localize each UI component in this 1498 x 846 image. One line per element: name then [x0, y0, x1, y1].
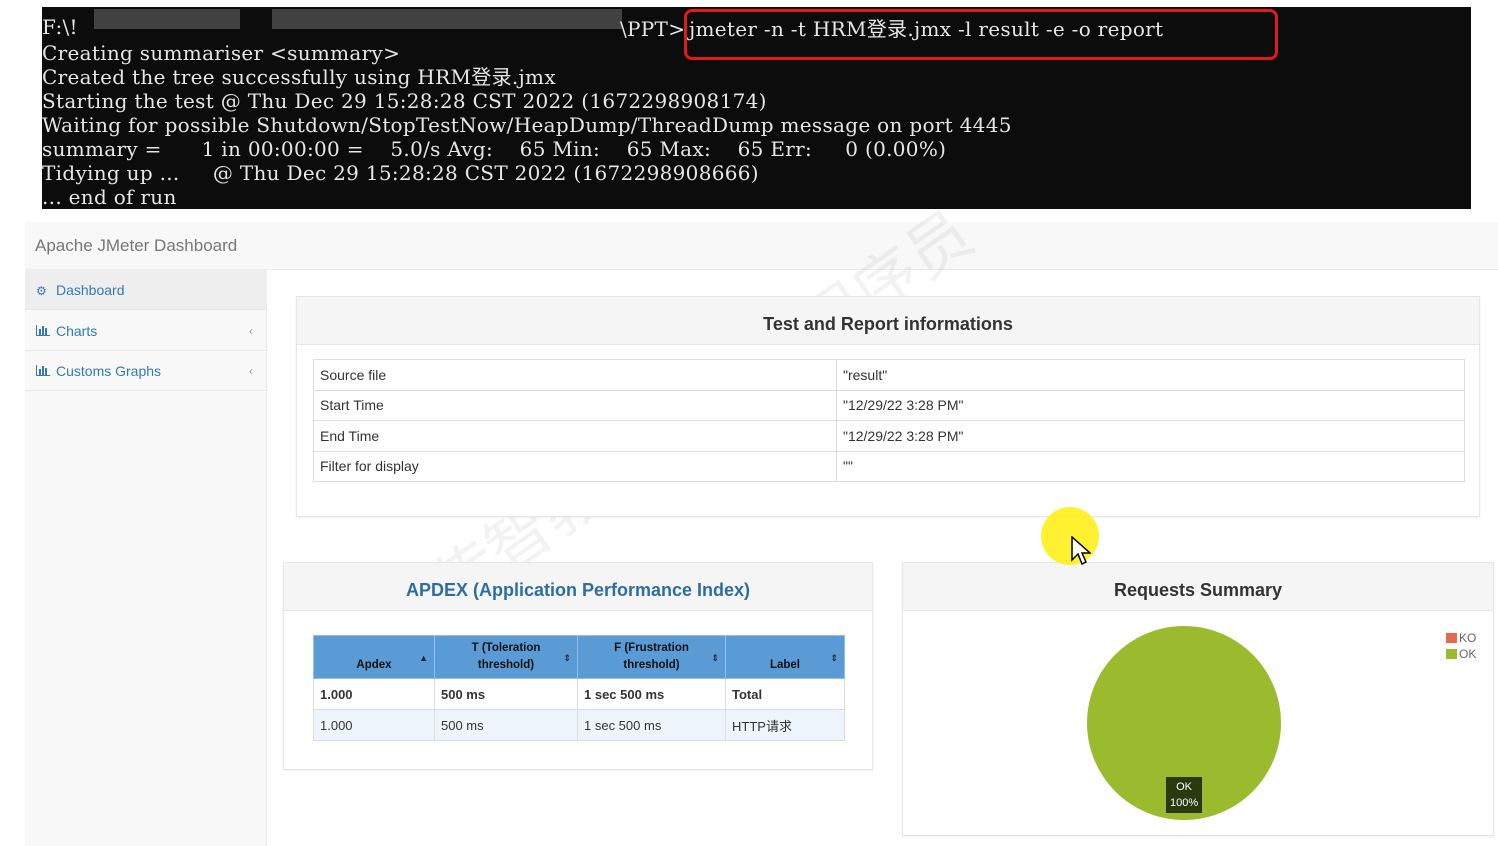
info-panel-title: Test and Report informations [297, 297, 1479, 345]
info-value: "" [836, 450, 1465, 482]
sort-icon[interactable]: ⇕ [711, 650, 719, 667]
table-row: Source file "result" [313, 359, 1465, 391]
requests-summary-panel: Requests Summary KO OK OK 100% [902, 562, 1494, 836]
column-header-frustration[interactable]: F (Frustration threshold) ⇕ [577, 635, 726, 679]
terminal-line: Tidying up ... @ Thu Dec 29 15:28:28 CST… [42, 161, 759, 185]
info-key: Filter for display [313, 450, 837, 482]
terminal-line: Creating summariser <summary> [42, 41, 401, 65]
legend-swatch [1446, 649, 1457, 659]
slice-label-value: 100% [1170, 797, 1199, 809]
command-highlight-box [684, 9, 1278, 60]
info-key: Source file [313, 359, 837, 391]
column-header-apdex[interactable]: Apdex ▲ [313, 635, 435, 679]
apdex-value: 1.000 [313, 678, 435, 710]
table-row: Filter for display "" [313, 450, 1465, 482]
info-panel: Test and Report informations Source file… [296, 296, 1480, 517]
toleration-value: 500 ms [434, 709, 578, 741]
sort-icon[interactable]: ⇕ [563, 650, 571, 667]
requests-summary-title: Requests Summary [903, 563, 1493, 611]
terminal-line: ... end of run [42, 185, 177, 209]
chevron-left-icon: ‹ [249, 364, 253, 378]
table-row: 1.000 500 ms 1 sec 500 ms Total [313, 678, 845, 710]
info-value: "result" [836, 359, 1465, 391]
apdex-table: Apdex ▲ T (Toleration threshold) ⇕ F (Fru… [313, 635, 845, 741]
column-header-label[interactable]: Label ⇕ [725, 635, 845, 679]
sort-icon[interactable]: ⇕ [830, 650, 838, 667]
info-table: Source file "result" Start Time "12/29/2… [313, 359, 1465, 482]
info-value: "12/29/22 3:28 PM" [836, 389, 1465, 421]
terminal-line: summary = 1 in 00:00:00 = 5.0/s Avg: 65 … [42, 137, 947, 161]
dashboard-navbar: Apache JMeter Dashboard [25, 222, 1498, 270]
apdex-panel: APDEX (Application Performance Index) Ap… [283, 562, 873, 770]
terminal-line-prompt: F:\! [42, 15, 78, 39]
terminal-line: Starting the test @ Thu Dec 29 15:28:28 … [42, 89, 767, 113]
sidebar-item-customs-graphs[interactable]: Customs Graphs ‹ [25, 351, 267, 391]
sidebar-item-label: Customs Graphs [56, 363, 162, 379]
sidebar: ⚙ Dashboard Charts ‹ Customs Graphs ‹ [25, 270, 267, 846]
sidebar-item-label: Charts [56, 323, 98, 339]
terminal-path-tail: \PPT> [620, 17, 686, 41]
sidebar-item-charts[interactable]: Charts ‹ [25, 311, 267, 351]
info-key: End Time [313, 420, 837, 452]
terminal-line: Created the tree successfully using HRM登… [42, 65, 556, 89]
mouse-cursor-icon [1071, 536, 1091, 566]
apdex-panel-title: APDEX (Application Performance Index) [284, 563, 872, 611]
redacted-path [272, 9, 622, 29]
toleration-value: 500 ms [434, 678, 578, 710]
slice-label-name: OK [1176, 781, 1193, 793]
column-header-toleration[interactable]: T (Toleration threshold) ⇕ [434, 635, 578, 679]
info-value: "12/29/22 3:28 PM" [836, 420, 1465, 452]
sidebar-item-label: Dashboard [56, 282, 125, 298]
table-row: End Time "12/29/22 3:28 PM" [313, 420, 1465, 452]
frustration-value: 1 sec 500 ms [577, 709, 726, 741]
sidebar-item-dashboard[interactable]: ⚙ Dashboard [25, 270, 267, 310]
bar-chart-icon [36, 352, 52, 392]
redacted-path [94, 9, 240, 29]
table-row: 1.000 500 ms 1 sec 500 ms HTTP请求 [313, 709, 845, 741]
terminal-line: Waiting for possible Shutdown/StopTestNo… [42, 113, 1012, 137]
table-row: Start Time "12/29/22 3:28 PM" [313, 389, 1465, 421]
legend-label: OK [1459, 647, 1477, 661]
sort-icon[interactable]: ▲ [419, 650, 428, 667]
terminal-window: F:\! \PPT> jmeter -n -t HRM登录.jmx -l res… [42, 7, 1471, 209]
dashboard-brand[interactable]: Apache JMeter Dashboard [35, 236, 237, 256]
info-key: Start Time [313, 389, 837, 421]
legend-label: KO [1459, 631, 1477, 645]
label-value: Total [725, 678, 845, 710]
pie-slice-label: OK 100% [1166, 777, 1203, 813]
legend-swatch [1446, 633, 1457, 643]
legend-item-ok[interactable]: OK [1446, 646, 1476, 662]
apdex-value: 1.000 [313, 709, 435, 741]
chart-legend: KO OK [1446, 630, 1476, 662]
dashboard-icon: ⚙ [36, 284, 47, 298]
legend-item-ko[interactable]: KO [1446, 630, 1476, 646]
label-value: HTTP请求 [725, 709, 845, 741]
bar-chart-icon [36, 312, 52, 352]
chevron-left-icon: ‹ [249, 324, 253, 338]
frustration-value: 1 sec 500 ms [577, 678, 726, 710]
